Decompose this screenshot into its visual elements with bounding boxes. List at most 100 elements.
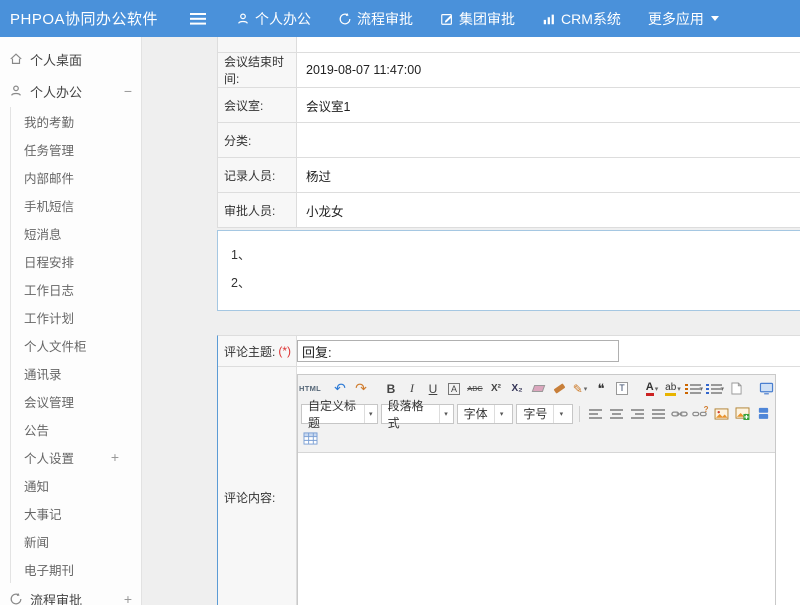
undo-button[interactable]: ↶	[331, 379, 349, 398]
sidebar-item-work-plan[interactable]: 工作计划	[11, 303, 141, 331]
italic-button[interactable]: I	[403, 379, 421, 398]
subscript-button[interactable]: X₂	[508, 379, 526, 398]
align-center-button[interactable]	[607, 404, 625, 423]
caret-down-icon: ▾	[494, 405, 509, 423]
nav-personal-office[interactable]: 个人办公	[236, 9, 311, 29]
question-mark: ?	[704, 405, 709, 414]
superscript-button[interactable]: X²	[487, 379, 505, 398]
sidebar-item-label: 电子期刊	[24, 560, 74, 579]
custom-heading-select[interactable]: 自定义标题▾	[301, 404, 378, 424]
sidebar-item-announcement[interactable]: 公告	[11, 415, 141, 443]
comment-subject-row: 评论主题: (*)	[218, 336, 800, 367]
align-left-button[interactable]	[586, 404, 604, 423]
table-row: 审批人员: 小龙女	[218, 193, 800, 228]
expand-icon[interactable]: +	[111, 449, 119, 465]
main-content: 会议结束时间: 2019-08-07 11:47:00 会议室: 会议室1 分类…	[217, 37, 800, 605]
meeting-end-time-value: 2019-08-07 11:47:00	[297, 53, 800, 87]
nav-crm-system[interactable]: CRM系统	[542, 9, 621, 29]
sidebar-item-workflow-approval[interactable]: 流程审批 +	[0, 583, 141, 605]
toolbar-row-3	[301, 426, 772, 451]
insert-media-button[interactable]	[754, 404, 772, 423]
sidebar-item-contacts[interactable]: 通讯录	[11, 359, 141, 387]
sidebar-item-news[interactable]: 新闻	[11, 527, 141, 555]
row-label: 审批人员:	[218, 193, 297, 227]
justify-button[interactable]	[649, 404, 667, 423]
pen-icon: ✎	[573, 382, 583, 396]
row-label: 会议结束时间:	[218, 53, 297, 87]
fullscreen-button[interactable]	[757, 379, 775, 398]
paste-from-word-button[interactable]: T	[613, 379, 631, 398]
category-value	[297, 123, 800, 157]
paragraph-format-select[interactable]: 段落格式▾	[381, 404, 454, 424]
nav-more-apps[interactable]: 更多应用	[648, 9, 719, 29]
sidebar-item-e-journal[interactable]: 电子期刊	[11, 555, 141, 583]
eraser-button[interactable]	[529, 379, 547, 398]
row-label: 会议室:	[218, 88, 297, 122]
select-value: 字号	[523, 405, 547, 422]
highlight-color-button[interactable]: ab▾	[664, 379, 682, 398]
sidebar-item-notice[interactable]: 通知	[11, 471, 141, 499]
sidebar-item-label: 工作计划	[24, 308, 74, 327]
table-icon	[303, 432, 318, 445]
sidebar-item-attendance[interactable]: 我的考勤	[11, 107, 141, 135]
paint-format-button[interactable]: ✎▾	[571, 379, 589, 398]
editor-content-area[interactable]	[298, 453, 775, 605]
nav-label: 个人办公	[255, 9, 311, 29]
comment-subject-input[interactable]	[297, 340, 619, 362]
bold-button[interactable]: B	[382, 379, 400, 398]
sidebar-item-file-cabinet[interactable]: 个人文件柜	[11, 331, 141, 359]
upload-image-button[interactable]	[733, 404, 751, 423]
remove-format-button[interactable]: A	[448, 383, 460, 395]
sidebar-item-short-message[interactable]: 短消息	[11, 219, 141, 247]
sidebar-item-desktop[interactable]: 个人桌面	[0, 43, 141, 75]
insert-image-button[interactable]	[712, 404, 730, 423]
insert-link-button[interactable]	[670, 404, 688, 423]
sidebar-item-label: 工作日志	[24, 280, 74, 299]
sidebar-item-work-log[interactable]: 工作日志	[11, 275, 141, 303]
font-family-select[interactable]: 字体▾	[457, 404, 514, 424]
sidebar-item-personal-office[interactable]: 个人办公 −	[0, 75, 141, 107]
ordered-list-button[interactable]: ▾	[685, 379, 703, 398]
image-add-icon	[735, 407, 750, 420]
link-icon	[671, 409, 688, 419]
blockquote-button[interactable]: ❝	[592, 379, 610, 398]
sidebar-item-events[interactable]: 大事记	[11, 499, 141, 527]
sidebar-item-sms[interactable]: 手机短信	[11, 191, 141, 219]
nav-workflow-approval[interactable]: 流程审批	[338, 9, 413, 29]
sidebar-item-label: 手机短信	[24, 196, 74, 215]
source-code-button[interactable]: HTML	[301, 379, 319, 398]
sidebar-item-internal-mail[interactable]: 内部邮件	[11, 163, 141, 191]
sidebar-item-schedule[interactable]: 日程安排	[11, 247, 141, 275]
comment-subject-label: 评论主题:	[224, 343, 275, 360]
sidebar-item-label: 个人设置	[24, 448, 74, 467]
strikethrough-button[interactable]: ABC	[466, 379, 484, 398]
new-page-button[interactable]	[727, 379, 745, 398]
align-right-button[interactable]	[628, 404, 646, 423]
sidebar-item-label: 个人桌面	[30, 50, 82, 69]
hamburger-menu-icon[interactable]	[190, 13, 206, 25]
rich-text-editor: HTML ↶ ↷ B I U A ABC X² X₂	[297, 374, 776, 605]
collapse-icon[interactable]: −	[124, 83, 132, 99]
required-mark: (*)	[278, 344, 291, 358]
underline-button[interactable]: U	[424, 379, 442, 398]
format-brush-button[interactable]	[550, 379, 568, 398]
comment-content-value-cell: HTML ↶ ↷ B I U A ABC X² X₂	[297, 367, 800, 605]
sidebar-item-label: 日程安排	[24, 252, 74, 271]
redo-button[interactable]: ↷	[352, 379, 370, 398]
sidebar-item-meeting-management[interactable]: 会议管理	[11, 387, 141, 415]
insert-table-button[interactable]	[301, 429, 319, 448]
sidebar-item-label: 通知	[24, 476, 49, 495]
unordered-list-button[interactable]: ▾	[706, 379, 724, 398]
font-size-select[interactable]: 字号▾	[516, 404, 573, 424]
sidebar-item-tasks[interactable]: 任务管理	[11, 135, 141, 163]
table-row: 会议室: 会议室1	[218, 88, 800, 123]
expand-icon[interactable]: +	[124, 591, 132, 605]
remove-link-button[interactable]: ?	[691, 404, 709, 423]
caret-down-icon: ▾	[720, 385, 724, 393]
toolbar-row-2: 自定义标题▾ 段落格式▾ 字体▾ 字号▾ ?	[301, 401, 772, 426]
nav-label: 流程审批	[357, 9, 413, 29]
font-color-button[interactable]: A▾	[643, 379, 661, 398]
nav-group-approval[interactable]: 集团审批	[440, 9, 515, 29]
sidebar-item-label: 新闻	[24, 532, 49, 551]
sidebar-item-personal-settings[interactable]: 个人设置 +	[11, 443, 141, 471]
